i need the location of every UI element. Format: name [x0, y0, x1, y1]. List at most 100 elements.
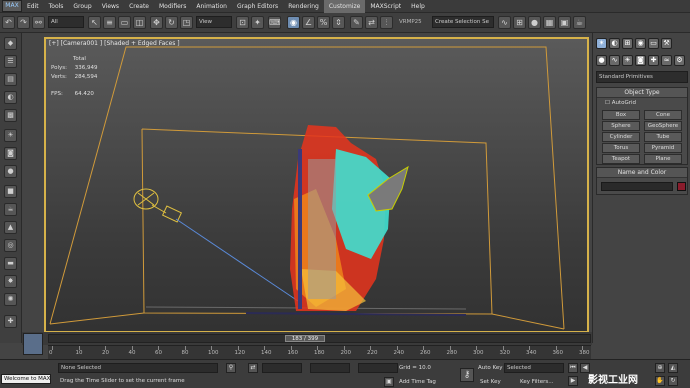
graphite-icon[interactable]: ◆	[4, 37, 17, 50]
lights-icon[interactable]: ☀	[622, 55, 633, 66]
absolute-mode-icon[interactable]: ⇄	[248, 363, 258, 373]
render-production-icon[interactable]: ☕	[573, 16, 586, 29]
tube-button[interactable]: Tube	[644, 132, 682, 142]
selection-filter-dropdown[interactable]: All	[48, 16, 84, 28]
select-by-name-icon[interactable]: ≡	[103, 16, 116, 29]
particle-icon[interactable]: ✺	[4, 293, 17, 306]
mirror-icon[interactable]: ⇄	[365, 16, 378, 29]
object-type-title[interactable]: Object Type	[597, 88, 687, 98]
y-coordinate-field[interactable]	[310, 363, 350, 373]
viewport-label[interactable]: [+] [Camera001 ] [Shaded + Edged Faces ]	[49, 40, 180, 47]
orbit-icon[interactable]: ↻	[668, 376, 678, 386]
render-icon[interactable]: ▩	[4, 109, 17, 122]
link-icon[interactable]: ⚯	[32, 16, 45, 29]
menu-tools[interactable]: Tools	[44, 0, 69, 13]
menu-create[interactable]: Create	[124, 0, 154, 13]
create-tab-icon[interactable]: ✶	[596, 38, 607, 49]
rect-region-icon[interactable]: ▭	[118, 16, 131, 29]
light-icon[interactable]: ☀	[4, 129, 17, 142]
play-icon[interactable]: ▶	[568, 376, 578, 386]
sphere-button[interactable]: Sphere	[602, 121, 640, 131]
hierarchy-tab-icon[interactable]: ⊞	[622, 38, 633, 49]
window-crossing-icon[interactable]: ◫	[133, 16, 146, 29]
helpers-icon[interactable]: ✚	[648, 55, 659, 66]
field-of-view-icon[interactable]: ◭	[668, 363, 678, 373]
torus-button[interactable]: Torus	[602, 143, 640, 153]
pin-icon[interactable]: ✚	[4, 315, 17, 328]
geometry-icon[interactable]: ●	[596, 55, 607, 66]
menu-help[interactable]: Help	[406, 0, 430, 13]
reference-coord-dropdown[interactable]: View	[196, 16, 232, 28]
object-color-swatch[interactable]	[677, 182, 686, 191]
key-filters-button[interactable]: Key Filters...	[520, 379, 553, 385]
autogrid-checkbox[interactable]: ☐ AutoGrid	[605, 100, 636, 106]
curve-editor-icon[interactable]: ∿	[498, 16, 511, 29]
teapot-button[interactable]: Teapot	[602, 154, 640, 164]
app-logo-button[interactable]: MAX	[2, 0, 22, 12]
pyramid-button[interactable]: Pyramid	[644, 143, 682, 153]
menu-rendering[interactable]: Rendering	[283, 0, 324, 13]
utilities-tab-icon[interactable]: ⚒	[661, 38, 672, 49]
auto-key-button[interactable]: Auto Key	[478, 365, 503, 371]
key-mode-icon[interactable]: ⚷	[460, 368, 474, 382]
box-button[interactable]: Box	[602, 110, 640, 120]
cone-button[interactable]: Cone	[644, 110, 682, 120]
scene-explorer-icon[interactable]: ☰	[4, 55, 17, 68]
menu-animation[interactable]: Animation	[191, 0, 232, 13]
cylinder-button[interactable]: Cylinder	[602, 132, 640, 142]
layer-icon[interactable]: ▤	[4, 73, 17, 86]
rotate-icon[interactable]: ↻	[165, 16, 178, 29]
goto-start-icon[interactable]: ⏮	[568, 363, 578, 373]
x-coordinate-field[interactable]	[262, 363, 302, 373]
spacewarps-icon[interactable]: ≈	[661, 55, 672, 66]
redo-icon[interactable]: ↷	[17, 16, 30, 29]
pivot-icon[interactable]: ⊡	[236, 16, 249, 29]
set-key-button[interactable]: Set Key	[480, 379, 501, 385]
modify-tab-icon[interactable]: ◐	[609, 38, 620, 49]
plane-button[interactable]: Plane	[644, 154, 682, 164]
camera-icon[interactable]: ◙	[4, 147, 17, 160]
schematic-view-icon[interactable]: ⊞	[513, 16, 526, 29]
add-time-tag-button[interactable]: Add Time Tag	[399, 379, 436, 385]
cameras-icon[interactable]: ◙	[635, 55, 646, 66]
time-slider-track[interactable]: 183 / 399	[48, 334, 591, 343]
camera-viewport[interactable]: [+] [Camera001 ] [Shaded + Edged Faces ]…	[44, 37, 589, 333]
named-selection-dropdown[interactable]: Create Selection Se	[432, 16, 494, 28]
shapes-icon[interactable]: ∿	[609, 55, 620, 66]
snaps-toggle-icon[interactable]: ◉	[287, 16, 300, 29]
primitive-category-dropdown[interactable]: Standard Primitives	[596, 71, 688, 83]
render-setup-icon[interactable]: ▦	[543, 16, 556, 29]
motion-tab-icon[interactable]: ◉	[635, 38, 646, 49]
geosphere-button[interactable]: GeoSphere	[644, 121, 682, 131]
undo-icon[interactable]: ↶	[2, 16, 15, 29]
display-tab-icon[interactable]: ▭	[648, 38, 659, 49]
material-editor-icon[interactable]: ●	[528, 16, 541, 29]
star-icon[interactable]: ✸	[4, 275, 17, 288]
menu-edit[interactable]: Edit	[22, 0, 44, 13]
name-color-title[interactable]: Name and Color	[597, 168, 687, 178]
object-name-input[interactable]	[601, 182, 673, 191]
plane-icon[interactable]: ▬	[4, 257, 17, 270]
edit-named-selection-icon[interactable]: ✎	[350, 16, 363, 29]
spinner-snap-icon[interactable]: ⇕	[332, 16, 345, 29]
angle-snap-icon[interactable]: ∠	[302, 16, 315, 29]
key-selection-dropdown[interactable]: Selected	[504, 363, 564, 373]
teapot-icon[interactable]: ☕	[4, 203, 17, 216]
mini-curve-editor-icon[interactable]	[23, 333, 43, 355]
align-icon[interactable]: ⫶	[380, 16, 393, 29]
z-coordinate-field[interactable]	[358, 363, 398, 373]
keyboard-shortcut-icon[interactable]: ⌨	[268, 16, 281, 29]
time-slider-handle[interactable]: 183 / 399	[285, 335, 325, 342]
menu-customize[interactable]: Customize	[323, 0, 366, 13]
camera-object[interactable]	[133, 188, 183, 223]
cone-icon[interactable]: ▲	[4, 221, 17, 234]
zoom-extents-icon[interactable]: ⊕	[655, 363, 665, 373]
menu-modifiers[interactable]: Modifiers	[154, 0, 191, 13]
pan-icon[interactable]: ✋	[655, 376, 665, 386]
percent-snap-icon[interactable]: %	[317, 16, 330, 29]
maxscript-listener[interactable]: Welcome to MAX!	[1, 374, 51, 384]
material-icon[interactable]: ◐	[4, 91, 17, 104]
lock-selection-icon[interactable]: ⚲	[226, 363, 236, 373]
menu-views[interactable]: Views	[97, 0, 124, 13]
systems-icon[interactable]: ⚙	[674, 55, 685, 66]
